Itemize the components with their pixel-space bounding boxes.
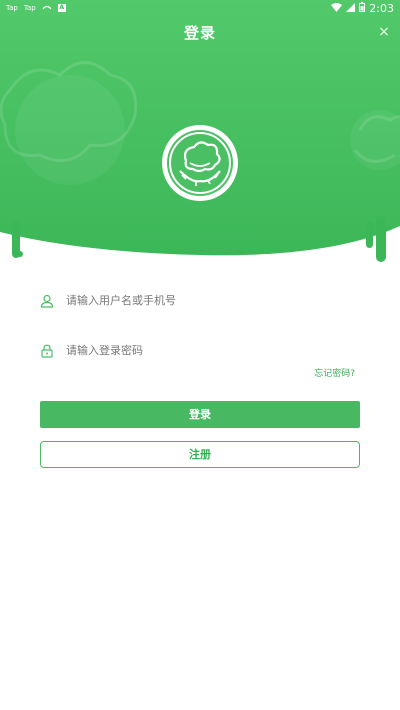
password-field — [40, 336, 360, 364]
notification-icon — [42, 4, 52, 12]
username-field — [40, 286, 360, 314]
status-right: 2:03 — [331, 1, 394, 15]
signal-icon — [346, 2, 356, 15]
user-icon — [40, 293, 54, 308]
status-left: Tap Tap A — [6, 4, 66, 12]
password-input[interactable] — [66, 343, 346, 357]
battery-icon — [359, 1, 366, 15]
cotton-logo-icon — [162, 125, 238, 201]
status-app-label: Tap — [23, 4, 36, 12]
status-app-label: Tap — [6, 4, 18, 12]
page-title: 登录 — [183, 24, 216, 42]
forgot-password-link[interactable]: 忘记密码? — [314, 366, 355, 379]
lock-icon — [40, 343, 54, 358]
register-button[interactable]: 注册 — [40, 441, 360, 468]
username-input[interactable] — [66, 293, 346, 307]
header-banner: Tap Tap A 2:03 登录 × — [0, 0, 400, 270]
wifi-icon — [331, 2, 343, 15]
login-button[interactable]: 登录 — [40, 401, 360, 428]
status-time: 2:03 — [369, 1, 394, 15]
app-badge-icon: A — [57, 4, 66, 12]
status-bar: Tap Tap A 2:03 — [0, 0, 400, 16]
close-icon[interactable]: × — [376, 24, 392, 40]
